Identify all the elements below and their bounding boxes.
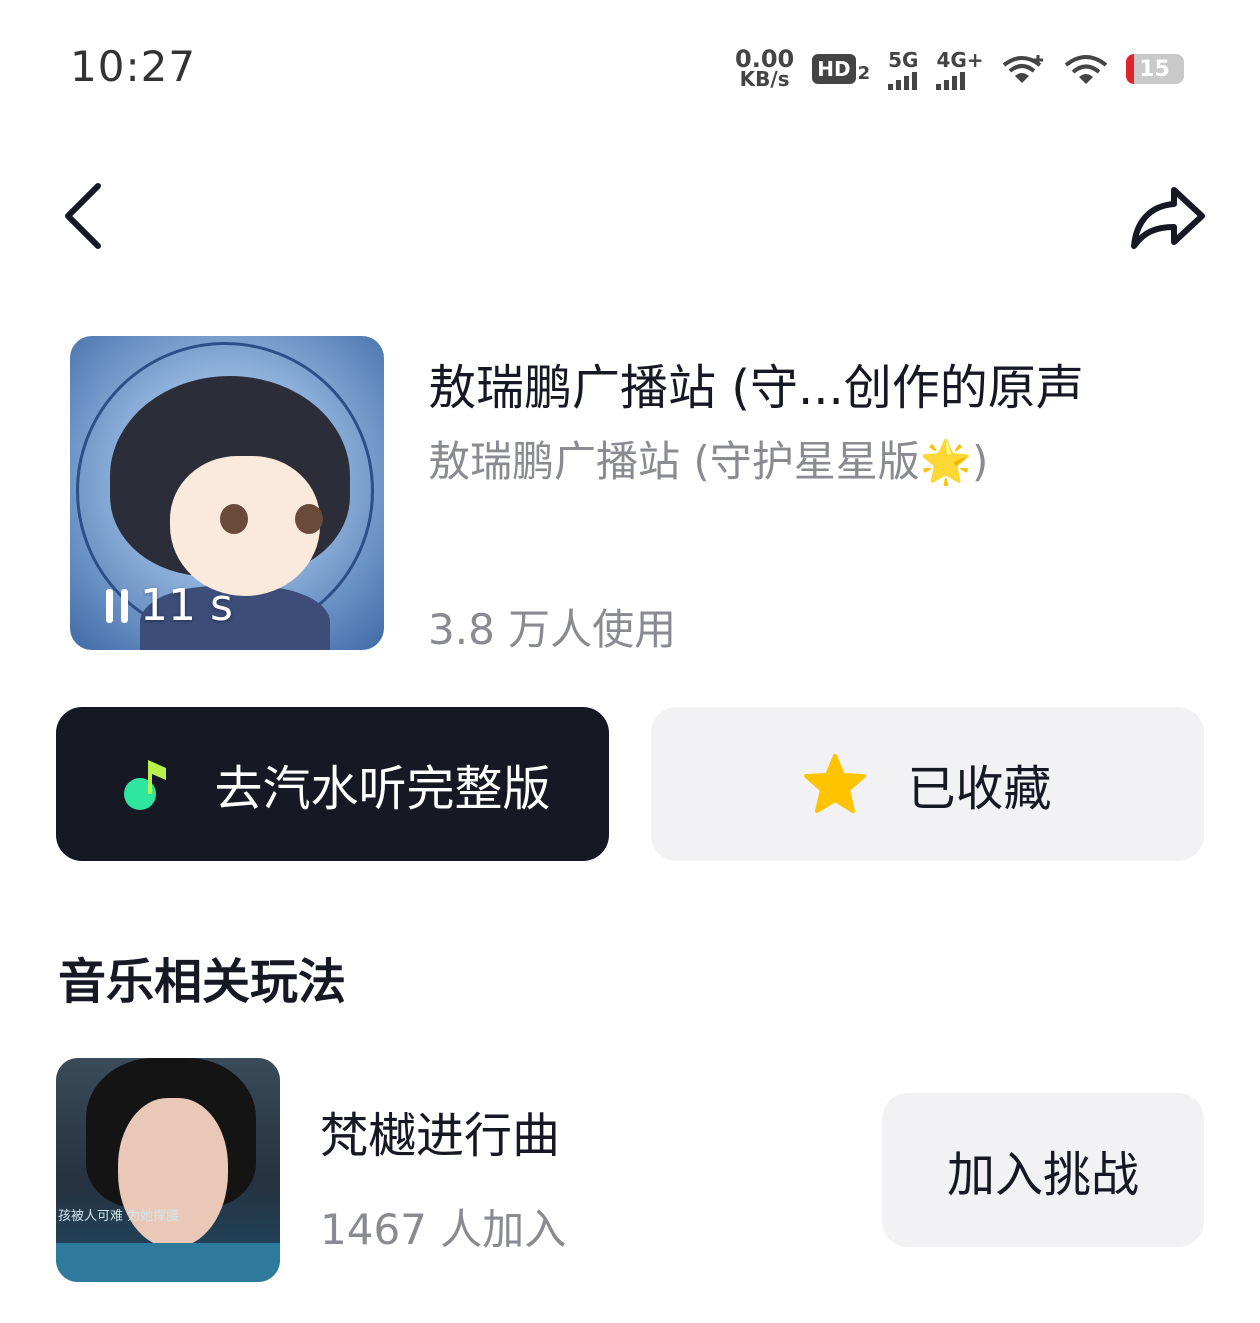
battery-icon: 15 (1125, 54, 1184, 84)
join-challenge-button[interactable]: 加入挑战 (882, 1093, 1204, 1247)
music-artist[interactable]: 敖瑞鹏广播站 (守护星星版🌟) (428, 428, 1208, 489)
challenge-thumbnail[interactable]: 孩被人可难 为她撑腰 (56, 1058, 280, 1282)
soda-music-icon (124, 760, 167, 810)
listen-full-version-button[interactable]: 去汽水听完整版 (56, 707, 609, 861)
usage-count: 3.8 万人使用 (428, 605, 677, 654)
status-time: 10:27 (70, 42, 197, 91)
wifi-plus-icon (1002, 55, 1043, 83)
network-speed: 0.00 KB/s (735, 45, 795, 91)
star-icon (804, 754, 867, 813)
music-cover[interactable]: 11 s (70, 336, 384, 650)
favorite-button[interactable]: 已收藏 (651, 707, 1204, 861)
back-chevron-icon[interactable] (58, 180, 108, 252)
playback-duration[interactable]: 11 s (106, 580, 233, 631)
status-icons: 0.00 KB/s HD 2 5G 4G+ 15 (735, 44, 1184, 94)
wifi-icon (1064, 55, 1107, 84)
signal-5g-icon: 5G (888, 48, 918, 90)
signal-4g-icon: 4G+ (936, 48, 984, 90)
section-title: 音乐相关玩法 (58, 954, 347, 1010)
hd-voice-icon: HD 2 (812, 54, 870, 84)
challenge-title[interactable]: 梵樾进行曲 (320, 1096, 560, 1166)
share-icon[interactable] (1128, 182, 1208, 252)
pause-icon[interactable] (106, 588, 128, 623)
music-title: 敖瑞鹏广播站 (守...创作的原声 (428, 360, 1084, 416)
challenge-join-count: 1467 人加入 (320, 1205, 567, 1254)
